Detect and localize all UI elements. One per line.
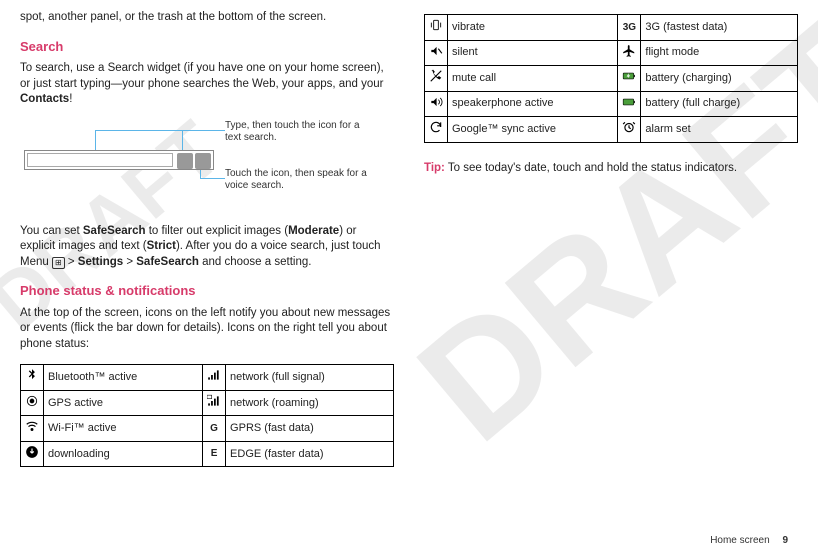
ss-h: > (65, 256, 78, 268)
cell: speakerphone active (448, 91, 618, 117)
bluetooth-icon (21, 365, 44, 391)
alarm-icon (618, 117, 641, 143)
cell: network (roaming) (226, 390, 394, 416)
ss-c: to filter out explicit images ( (146, 225, 289, 237)
menu-icon: ⊞ (52, 257, 65, 269)
ss-a: You can set (20, 225, 83, 237)
footer-section: Home screen (710, 535, 769, 546)
cell: network (full signal) (226, 365, 394, 391)
search-heading: Search (20, 38, 394, 56)
table-row: Bluetooth™ active network (full signal) (21, 365, 394, 391)
gprs-icon: G (203, 416, 226, 442)
edge-icon: E (203, 441, 226, 467)
status-heading: Phone status & notifications (20, 282, 394, 300)
cell: Wi-Fi™ active (44, 416, 203, 442)
search-magnifier-icon (177, 153, 193, 169)
ss-b: SafeSearch (83, 225, 146, 237)
cell: silent (448, 40, 618, 66)
bracket-horiz-1 (95, 130, 225, 131)
gps-icon (21, 390, 44, 416)
tip-text: To see today's date, touch and hold the … (445, 162, 737, 174)
cell: mute call (448, 66, 618, 92)
cell: battery (full charge) (641, 91, 798, 117)
bracket-horiz-2 (200, 178, 225, 179)
cell: vibrate (448, 15, 618, 41)
flight-icon (618, 40, 641, 66)
search-bold-contacts: Contacts (20, 93, 69, 105)
safesearch-paragraph: You can set SafeSearch to filter out exp… (20, 224, 394, 271)
search-text-a: To search, use a Search widget (if you h… (20, 62, 384, 90)
ss-d: Moderate (288, 225, 339, 237)
download-icon (21, 441, 44, 467)
vibrate-icon (425, 15, 448, 41)
bracket-vert-1a (95, 130, 96, 150)
table-row: vibrate 3G 3G (fastest data) (425, 15, 798, 41)
cell: 3G (fastest data) (641, 15, 798, 41)
cell: GPS active (44, 390, 203, 416)
intro-fragment: spot, another panel, or the trash at the… (20, 10, 394, 26)
ss-i: Settings (78, 256, 123, 268)
tip-label: Tip: (424, 162, 445, 174)
page-content: spot, another panel, or the trash at the… (0, 0, 818, 477)
wifi-icon (21, 416, 44, 442)
mute-call-icon (425, 66, 448, 92)
ss-l: and choose a setting. (199, 256, 312, 268)
cell: Google™ sync active (448, 117, 618, 143)
cell: flight mode (641, 40, 798, 66)
table-row: speakerphone active battery (full charge… (425, 91, 798, 117)
search-text-c: ! (69, 93, 72, 105)
battery-full-icon (618, 91, 641, 117)
cell: Bluetooth™ active (44, 365, 203, 391)
cell: downloading (44, 441, 203, 467)
cell: alarm set (641, 117, 798, 143)
table-row: mute call battery (charging) (425, 66, 798, 92)
callout-voice-search: Touch the icon, then speak for a voice s… (225, 168, 375, 193)
ss-j: > (123, 256, 136, 268)
speakerphone-icon (425, 91, 448, 117)
status-intro: At the top of the screen, icons on the l… (20, 306, 394, 353)
threeg-icon: 3G (618, 15, 641, 41)
search-text-input-illustration (27, 153, 173, 167)
search-widget-illustration (24, 150, 214, 170)
battery-charging-icon (618, 66, 641, 92)
signal-icon (203, 365, 226, 391)
cell: battery (charging) (641, 66, 798, 92)
search-paragraph: To search, use a Search widget (if you h… (20, 61, 394, 108)
ss-k: SafeSearch (136, 256, 199, 268)
table-row: silent flight mode (425, 40, 798, 66)
table-row: downloading E EDGE (faster data) (21, 441, 394, 467)
roaming-icon (203, 390, 226, 416)
table-row: GPS active network (roaming) (21, 390, 394, 416)
search-diagram: Type, then touch the icon for a text sea… (20, 120, 394, 210)
left-column: spot, another panel, or the trash at the… (20, 10, 394, 467)
cell: GPRS (fast data) (226, 416, 394, 442)
table-row: Google™ sync active alarm set (425, 117, 798, 143)
status-table-1: Bluetooth™ active network (full signal) … (20, 364, 394, 467)
silent-icon (425, 40, 448, 66)
right-column: vibrate 3G 3G (fastest data) silent flig… (424, 10, 798, 467)
callout-text-search: Type, then touch the icon for a text sea… (225, 120, 375, 145)
footer-page-number: 9 (782, 535, 788, 546)
table-row: Wi-Fi™ active G GPRS (fast data) (21, 416, 394, 442)
ss-f: Strict (147, 240, 176, 252)
bracket-vert-1b (182, 130, 183, 150)
sync-icon (425, 117, 448, 143)
search-mic-icon (195, 153, 211, 169)
page-footer: Home screen 9 (710, 535, 788, 546)
status-table-2: vibrate 3G 3G (fastest data) silent flig… (424, 14, 798, 143)
cell: EDGE (faster data) (226, 441, 394, 467)
tip-paragraph: Tip: To see today's date, touch and hold… (424, 161, 798, 177)
